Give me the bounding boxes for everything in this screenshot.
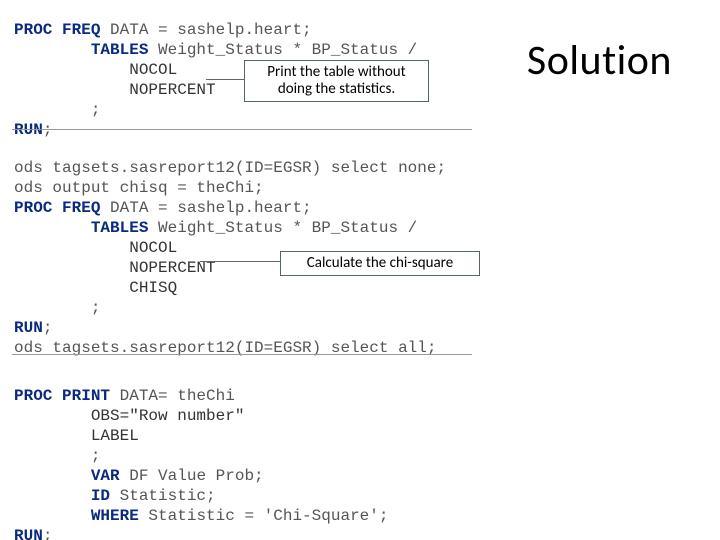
kw-where: WHERE <box>91 507 139 525</box>
code-text: NOPERCENT <box>14 259 216 277</box>
code-text: DF Value Prob; <box>120 467 264 485</box>
code-text <box>14 467 91 485</box>
code-text: Weight_Status * BP_Status / <box>148 41 417 59</box>
code-text: DATA = sashelp.heart; <box>100 21 311 39</box>
code-text <box>14 487 91 505</box>
callout-print-table: Print the table without doing the statis… <box>244 60 429 102</box>
separator-1 <box>12 129 472 130</box>
kw-run: RUN <box>14 121 43 139</box>
code-text <box>14 219 91 237</box>
code-text: Weight_Status * BP_Status / <box>148 219 417 237</box>
code-text <box>14 507 91 525</box>
code-text <box>14 41 91 59</box>
code-text: ; <box>14 447 100 465</box>
kw-proc-freq: PROC FREQ <box>14 21 100 39</box>
code-text: NOCOL <box>14 61 177 79</box>
code-text: DATA= theChi <box>110 387 235 405</box>
code-text: CHISQ <box>14 279 177 297</box>
code-text: ; <box>43 527 53 540</box>
code-text: ods tagsets.sasreport12(ID=EGSR) select … <box>14 159 446 177</box>
code-text: Statistic = 'Chi-Square'; <box>139 507 389 525</box>
kw-id: ID <box>91 487 110 505</box>
code-text: Statistic; <box>110 487 216 505</box>
kw-tables: TABLES <box>91 41 149 59</box>
code-text: ; <box>43 319 53 337</box>
separator-2 <box>12 354 472 355</box>
slide-title: Solution <box>527 35 672 86</box>
code-text: NOCOL <box>14 239 177 257</box>
callout-pointer-1 <box>206 79 244 80</box>
kw-var: VAR <box>91 467 120 485</box>
code-text: ; <box>14 299 100 317</box>
kw-proc-print: PROC PRINT <box>14 387 110 405</box>
code-text: LABEL <box>14 427 139 445</box>
kw-tables: TABLES <box>91 219 149 237</box>
code-text: DATA = sashelp.heart; <box>100 199 311 217</box>
kw-proc-freq: PROC FREQ <box>14 199 100 217</box>
kw-run: RUN <box>14 527 43 540</box>
code-text: ods output chisq = theChi; <box>14 179 264 197</box>
callout-chi-square: Calculate the chi-square <box>280 251 480 276</box>
code-block-3: PROC PRINT DATA= theChi OBS="Row number"… <box>14 386 388 540</box>
code-text: ; <box>14 101 100 119</box>
callout-pointer-2 <box>200 261 280 262</box>
code-text: ; <box>43 121 53 139</box>
kw-run: RUN <box>14 319 43 337</box>
code-text: NOPERCENT <box>14 81 216 99</box>
code-text: OBS="Row number" <box>14 407 244 425</box>
